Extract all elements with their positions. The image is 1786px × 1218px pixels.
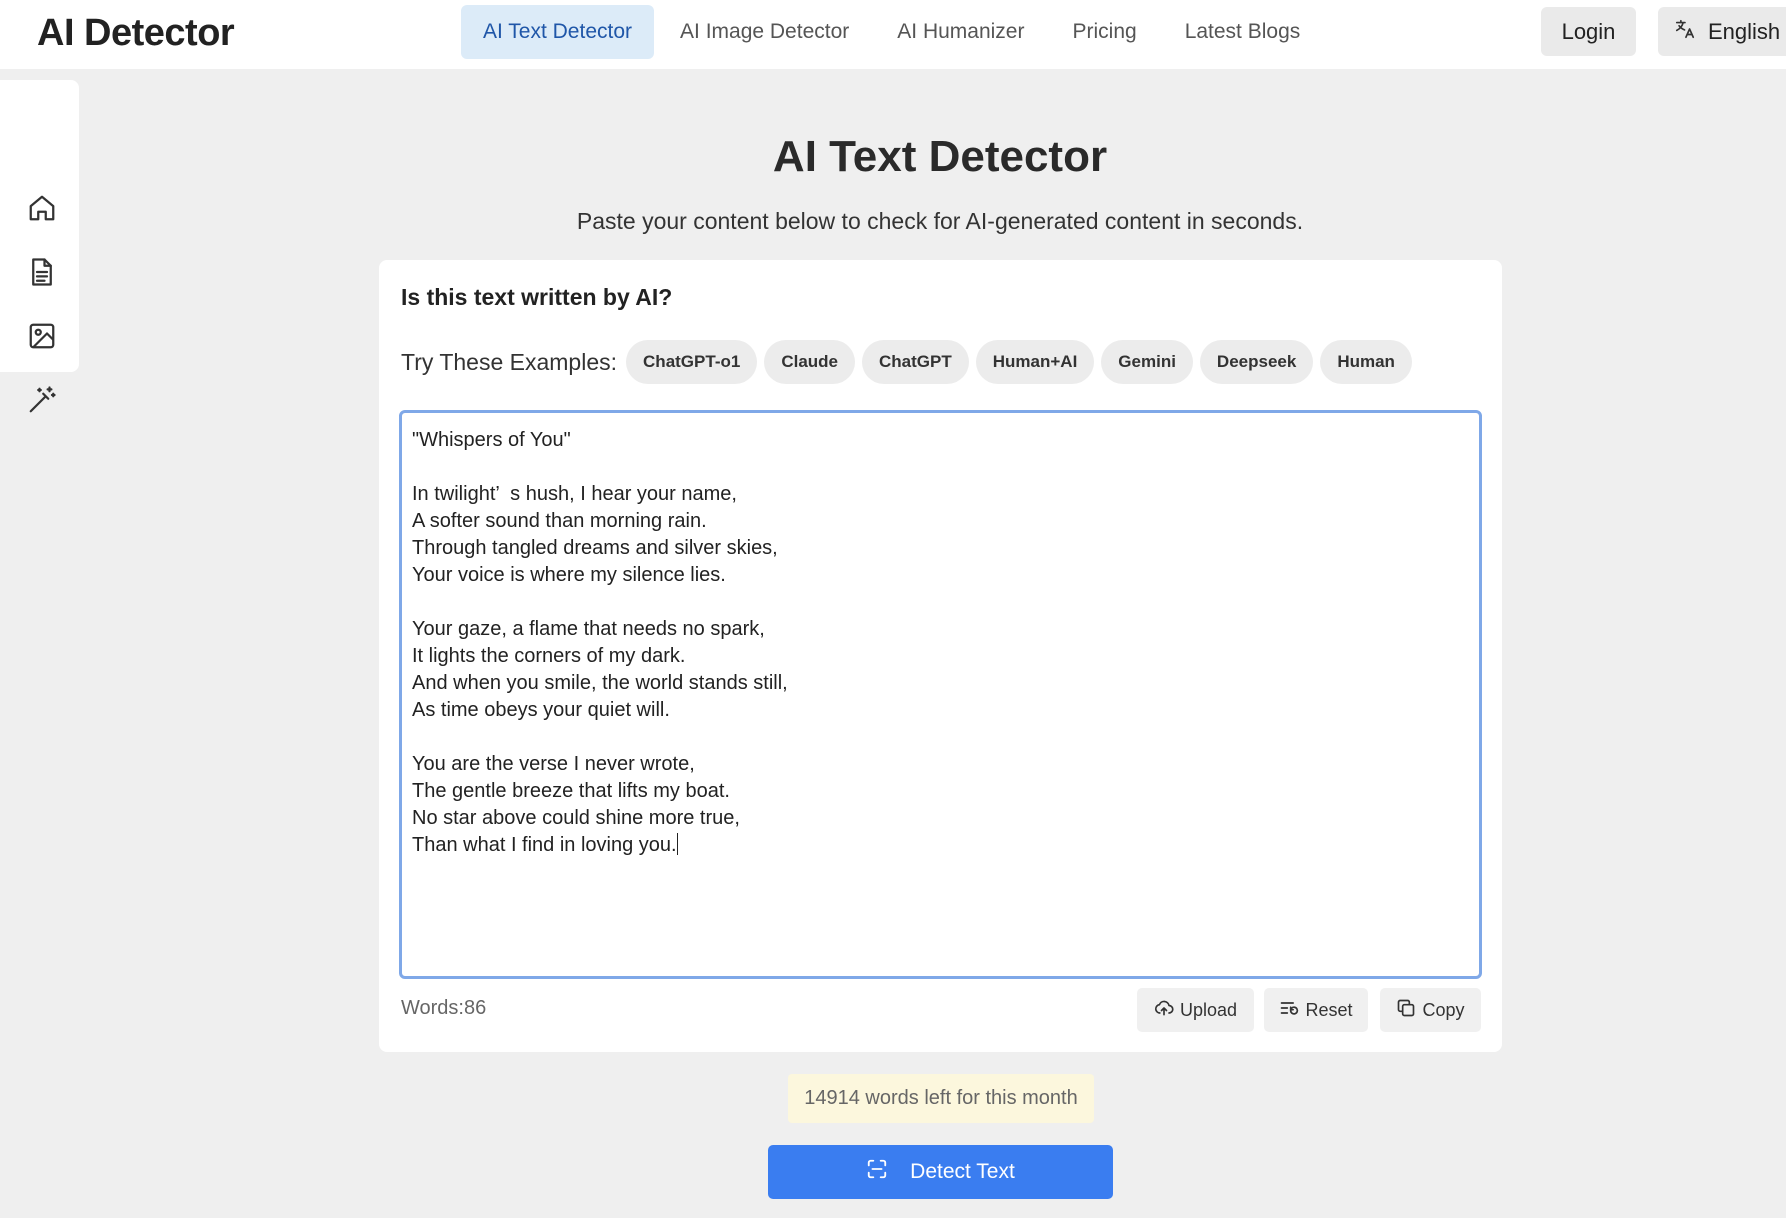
magic-wand-icon[interactable] [25, 383, 59, 417]
login-button[interactable]: Login [1541, 7, 1636, 56]
example-chip-chatgpt-o1[interactable]: ChatGPT-o1 [626, 340, 758, 384]
detector-card: Is this text written by AI? Try These Ex… [379, 260, 1502, 1052]
page-subtitle: Paste your content below to check for AI… [576, 208, 1304, 234]
example-chip-human[interactable]: Human [1320, 340, 1412, 384]
reset-button[interactable]: Reset [1264, 988, 1368, 1032]
upload-cloud-icon [1154, 998, 1174, 1023]
copy-button[interactable]: Copy [1380, 988, 1481, 1032]
example-chip-claude[interactable]: Claude [764, 340, 856, 384]
example-chip-gemini[interactable]: Gemini [1101, 340, 1193, 384]
nav-latest-blogs[interactable]: Latest Blogs [1163, 5, 1323, 59]
main-nav: AI Text Detector AI Image Detector AI Hu… [461, 5, 1326, 59]
word-count: Words:86 [401, 997, 487, 1019]
quota-notice: 14914 words left for this month [788, 1074, 1094, 1123]
editor-text: "Whispers of You" In twilight’ s hush, I… [412, 429, 788, 856]
examples-label: Try These Examples: [401, 348, 618, 375]
text-cursor [676, 833, 678, 855]
top-header: AI Detector AI Text Detector AI Image De… [0, 0, 1786, 69]
nav-ai-text-detector[interactable]: AI Text Detector [461, 5, 655, 59]
nav-ai-image-detector[interactable]: AI Image Detector [658, 5, 871, 59]
scan-icon [866, 1158, 888, 1186]
upload-label: Upload [1179, 999, 1238, 1020]
text-input-area[interactable]: "Whispers of You" In twilight’ s hush, I… [399, 410, 1482, 979]
detect-label: Detect Text [910, 1160, 1015, 1183]
reset-icon [1279, 998, 1299, 1023]
language-label: English [1708, 18, 1781, 44]
image-icon[interactable] [25, 319, 59, 353]
reset-label: Reset [1305, 999, 1353, 1020]
nav-pricing[interactable]: Pricing [1050, 5, 1158, 59]
examples-row: Try These Examples: ChatGPT-o1 Claude Ch… [401, 340, 1412, 384]
example-chip-deepseek[interactable]: Deepseek [1199, 340, 1314, 384]
page-title: AI Text Detector [772, 132, 1108, 181]
translate-icon [1674, 18, 1696, 46]
card-question: Is this text written by AI? [401, 284, 673, 310]
site-logo[interactable]: AI Detector [37, 12, 235, 55]
copy-icon [1396, 998, 1416, 1023]
example-chip-human-ai[interactable]: Human+AI [975, 340, 1095, 384]
copy-label: Copy [1422, 999, 1465, 1020]
document-icon[interactable] [25, 255, 59, 289]
detect-text-button[interactable]: Detect Text [768, 1145, 1113, 1199]
example-chip-chatgpt[interactable]: ChatGPT [862, 340, 969, 384]
upload-button[interactable]: Upload [1137, 988, 1254, 1032]
language-button[interactable]: English [1658, 7, 1786, 56]
nav-ai-humanizer[interactable]: AI Humanizer [875, 5, 1046, 59]
